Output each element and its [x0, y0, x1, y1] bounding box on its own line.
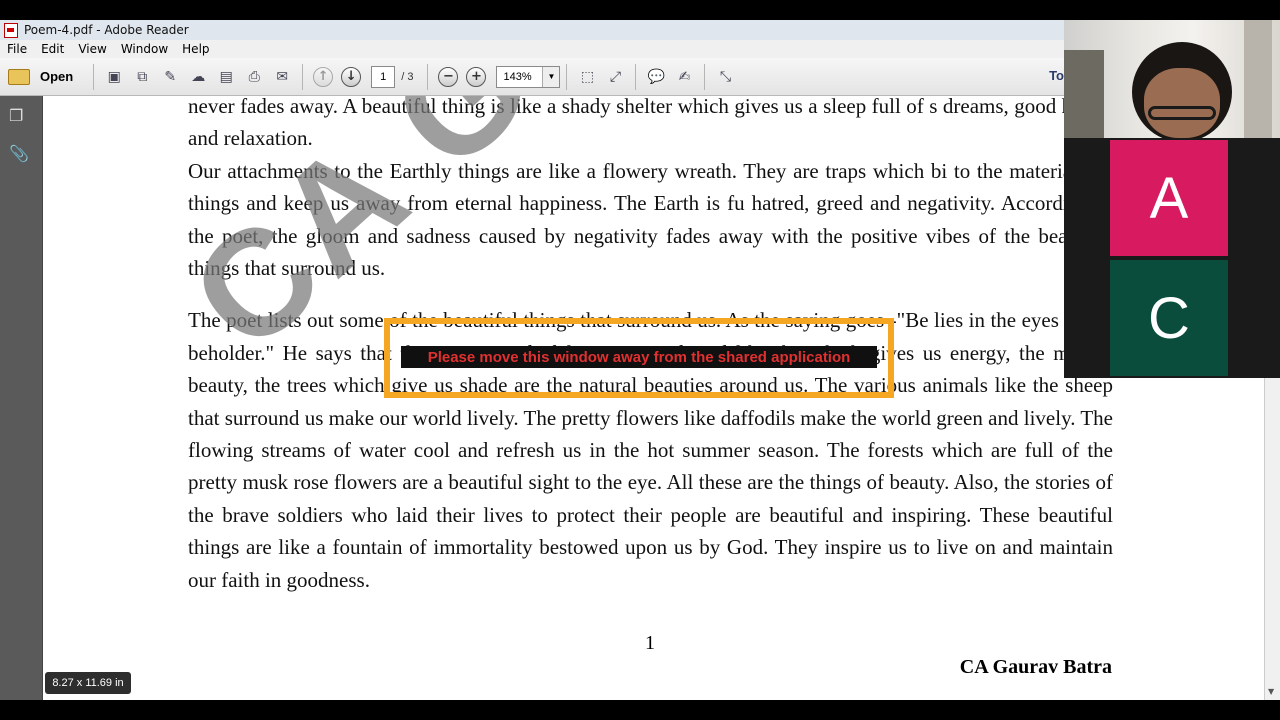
folder-icon	[8, 68, 30, 85]
minus-icon: −	[438, 66, 459, 87]
toolbar-separator	[635, 63, 637, 90]
participant-glasses	[1148, 106, 1216, 120]
email-icon[interactable]: ✉	[271, 66, 293, 88]
participants-panel: A C	[1064, 20, 1280, 378]
next-page-button[interactable]: ↓	[340, 66, 362, 88]
window-titlebar: Poem-4.pdf - Adobe Reader	[0, 20, 1064, 40]
paragraph: Our attachments to the Earthly things ar…	[188, 158, 1113, 281]
zoom-in-button[interactable]: +	[465, 66, 487, 88]
zoom-value: 143%	[503, 70, 532, 83]
share-warning-message: Please move this window away from the sh…	[401, 346, 877, 368]
menu-window[interactable]: Window	[114, 42, 175, 56]
page-number: 1	[645, 632, 655, 654]
print-icon[interactable]: ⎙	[243, 66, 265, 88]
navigation-pane: ❐ 📎	[0, 96, 43, 700]
participant-video[interactable]	[1064, 20, 1280, 138]
toolbar-separator	[427, 63, 429, 90]
menu-bar: File Edit View Window Help	[0, 40, 1064, 58]
avatar-initial: A	[1149, 165, 1189, 231]
menu-edit[interactable]: Edit	[34, 42, 71, 56]
arrow-down-icon: ↓	[341, 66, 362, 87]
paragraph: never fades away. A beautiful thing is l…	[188, 96, 1113, 151]
fit-width-icon[interactable]: ⤢	[604, 66, 626, 88]
page-number-input[interactable]: 1	[371, 65, 396, 88]
menu-help[interactable]: Help	[175, 42, 216, 56]
author-name: CA Gaurav Batra	[959, 656, 1112, 678]
participant-avatar-a[interactable]: A	[1110, 140, 1228, 256]
zoom-out-button[interactable]: −	[437, 66, 459, 88]
previous-page-button[interactable]: ↑	[312, 66, 334, 88]
share-warning-frame: Please move this window away from the sh…	[384, 318, 894, 398]
tools-pane-button[interactable]: To	[1049, 68, 1064, 83]
menu-view[interactable]: View	[71, 42, 113, 56]
upload-cloud-icon[interactable]: ☁	[187, 66, 209, 88]
edit-icon[interactable]: ✎	[159, 66, 181, 88]
toolbar-separator	[566, 63, 568, 90]
create-pdf-icon[interactable]: ▣	[103, 66, 125, 88]
toolbar-separator	[704, 63, 706, 90]
page-size-badge: 8.27 x 11.69 in	[45, 672, 131, 694]
open-label: Open	[40, 69, 74, 84]
video-background-door	[1244, 20, 1272, 138]
highlight-icon[interactable]: ✍	[673, 66, 695, 88]
zoom-select[interactable]: 143% ▼	[496, 65, 561, 88]
chevron-down-icon[interactable]: ▼	[542, 66, 560, 87]
fullscreen-icon[interactable]: ⤡	[714, 66, 736, 88]
plus-icon: +	[466, 66, 487, 87]
arrow-up-icon: ↑	[313, 66, 334, 87]
toolbar: Open ▣ ⧉ ✎ ☁ ▤ ⎙ ✉ ↑ ↓ 1 / 3 − + 143% ▼ …	[0, 58, 1064, 96]
pdf-icon	[4, 22, 18, 38]
page-total: / 3	[401, 70, 414, 83]
participant-face	[1144, 68, 1220, 138]
participant-avatar-c[interactable]: C	[1110, 260, 1228, 376]
attachments-icon[interactable]: 📎	[9, 144, 29, 163]
window-title: Poem-4.pdf - Adobe Reader	[24, 23, 189, 37]
save-icon[interactable]: ▤	[215, 66, 237, 88]
page-thumbnails-icon[interactable]: ❐	[9, 106, 27, 125]
fit-page-icon[interactable]: ⬚	[576, 66, 598, 88]
avatar-initial: C	[1148, 285, 1190, 351]
video-background-shelf	[1064, 50, 1104, 138]
scroll-down-icon[interactable]: ▼	[1268, 687, 1274, 696]
open-button[interactable]: Open	[8, 68, 74, 85]
combine-files-icon[interactable]: ⧉	[131, 66, 153, 88]
menu-file[interactable]: File	[0, 42, 34, 56]
toolbar-separator	[93, 63, 95, 90]
comment-icon[interactable]: 💬	[645, 66, 667, 88]
toolbar-separator	[302, 63, 304, 90]
